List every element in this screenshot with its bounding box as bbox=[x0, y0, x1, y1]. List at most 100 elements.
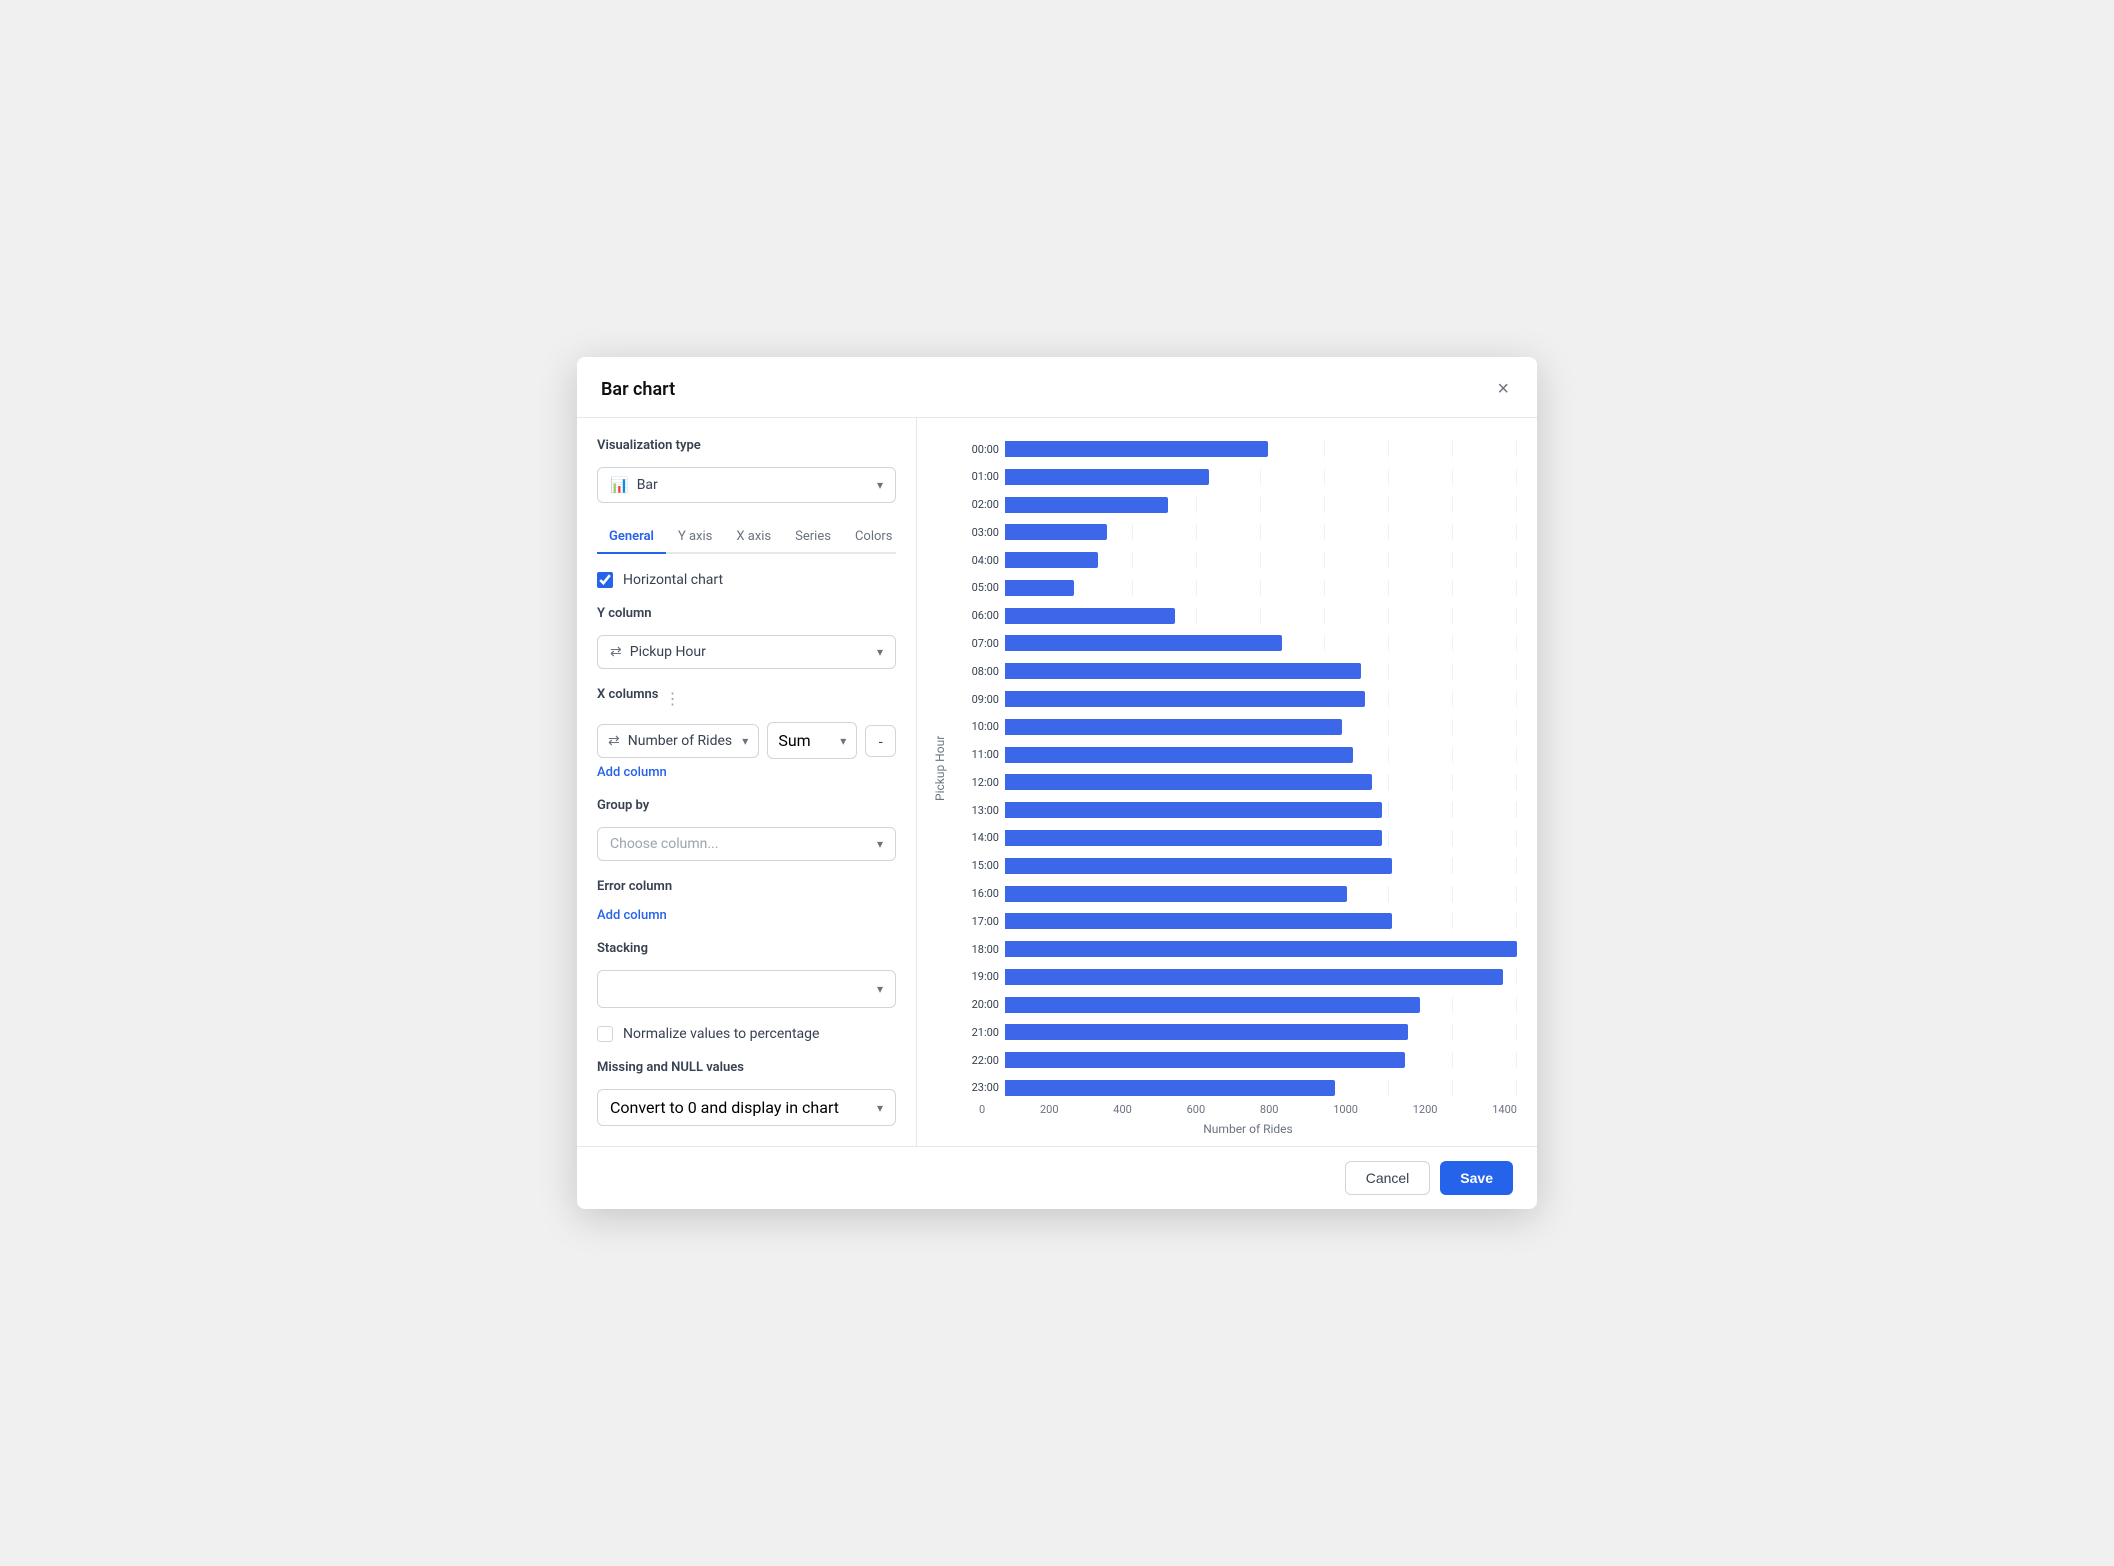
x-agg-select[interactable]: Sum ▾ bbox=[767, 722, 857, 759]
bar-fill bbox=[1005, 774, 1372, 790]
bar-track bbox=[1005, 524, 1517, 540]
bar-fill bbox=[1005, 524, 1107, 540]
bar-fill bbox=[1005, 858, 1392, 874]
modal-body: Visualization type 📊 Bar ▾ General Y axi… bbox=[577, 418, 1537, 1146]
bar-label: 12:00 bbox=[953, 776, 999, 789]
bar-row: 12:00 bbox=[953, 771, 1517, 793]
x-tick: 400 bbox=[1113, 1103, 1132, 1116]
bar-row: 07:00 bbox=[953, 632, 1517, 654]
normalize-row: Normalize values to percentage bbox=[597, 1026, 896, 1042]
x-tick: 1200 bbox=[1413, 1103, 1438, 1116]
bar-row: 18:00 bbox=[953, 938, 1517, 960]
add-error-column-link[interactable]: Add column bbox=[597, 908, 896, 923]
x-column-select[interactable]: ⇄ Number of Rides ▾ bbox=[597, 724, 759, 758]
close-button[interactable]: × bbox=[1493, 375, 1513, 403]
bar-label: 15:00 bbox=[953, 859, 999, 872]
bar-label: 03:00 bbox=[953, 526, 999, 539]
chart-plot-area: 00:0001:0002:0003:0004:0005:0006:0007:00… bbox=[953, 438, 1517, 1099]
bar-row: 11:00 bbox=[953, 744, 1517, 766]
bar-fill bbox=[1005, 719, 1342, 735]
stacking-select[interactable]: ▾ bbox=[597, 970, 896, 1008]
error-column-section: Error column Add column bbox=[597, 879, 896, 923]
bar-fill bbox=[1005, 441, 1268, 457]
tab-y-axis[interactable]: Y axis bbox=[666, 521, 724, 554]
add-x-column-link[interactable]: Add column bbox=[597, 765, 896, 780]
bar-fill bbox=[1005, 830, 1382, 846]
group-by-select[interactable]: Choose column... ▾ bbox=[597, 827, 896, 861]
bar-label: 16:00 bbox=[953, 887, 999, 900]
bar-label: 09:00 bbox=[953, 693, 999, 706]
x-tick: 0 bbox=[979, 1103, 985, 1116]
y-column-section: Y column ⇄ Pickup Hour ▾ bbox=[597, 606, 896, 669]
x-column-icon: ⇄ bbox=[608, 733, 620, 749]
bar-label: 02:00 bbox=[953, 498, 999, 511]
x-column-arrow-icon: ▾ bbox=[742, 734, 748, 748]
bar-track bbox=[1005, 497, 1517, 513]
bar-row: 15:00 bbox=[953, 855, 1517, 877]
x-column-value: Number of Rides bbox=[628, 733, 732, 749]
bar-label: 18:00 bbox=[953, 943, 999, 956]
bar-track bbox=[1005, 663, 1517, 679]
bar-fill bbox=[1005, 1052, 1405, 1068]
bar-row: 20:00 bbox=[953, 994, 1517, 1016]
x-agg-value: Sum bbox=[778, 731, 810, 750]
viz-type-label: Visualization type bbox=[597, 438, 896, 453]
bar-label: 05:00 bbox=[953, 581, 999, 594]
bar-track bbox=[1005, 886, 1517, 902]
tab-x-axis[interactable]: X axis bbox=[724, 521, 783, 554]
horizontal-chart-row: Horizontal chart bbox=[597, 572, 896, 588]
save-button[interactable]: Save bbox=[1440, 1161, 1513, 1195]
bar-track bbox=[1005, 1052, 1517, 1068]
y-column-label: Y column bbox=[597, 606, 896, 621]
bar-track bbox=[1005, 608, 1517, 624]
horizontal-chart-label: Horizontal chart bbox=[623, 572, 723, 588]
bar-row: 06:00 bbox=[953, 605, 1517, 627]
bar-row: 23:00 bbox=[953, 1077, 1517, 1099]
tab-series[interactable]: Series bbox=[783, 521, 843, 554]
normalize-checkbox[interactable] bbox=[597, 1026, 613, 1042]
bar-label: 04:00 bbox=[953, 554, 999, 567]
viz-type-select[interactable]: 📊 Bar ▾ bbox=[597, 467, 896, 503]
group-by-placeholder: Choose column... bbox=[610, 836, 718, 852]
tab-dat-more[interactable]: Dat ··· bbox=[905, 521, 917, 554]
bar-track bbox=[1005, 719, 1517, 735]
bar-row: 01:00 bbox=[953, 466, 1517, 488]
bar-row: 05:00 bbox=[953, 577, 1517, 599]
bar-row: 13:00 bbox=[953, 799, 1517, 821]
x-tick: 600 bbox=[1187, 1103, 1206, 1116]
bar-track bbox=[1005, 774, 1517, 790]
bar-row: 14:00 bbox=[953, 827, 1517, 849]
tab-colors[interactable]: Colors bbox=[843, 521, 905, 554]
stacking-label: Stacking bbox=[597, 941, 896, 956]
viz-type-arrow-icon: ▾ bbox=[877, 478, 883, 492]
cancel-button[interactable]: Cancel bbox=[1345, 1161, 1431, 1195]
bar-row: 22:00 bbox=[953, 1049, 1517, 1071]
bar-track bbox=[1005, 635, 1517, 651]
bar-row: 16:00 bbox=[953, 883, 1517, 905]
x-axis-area: 0200400600800100012001400 Number of Ride… bbox=[927, 1099, 1517, 1136]
bar-fill bbox=[1005, 1080, 1335, 1096]
missing-null-select[interactable]: Convert to 0 and display in chart ▾ bbox=[597, 1089, 896, 1126]
bar-label: 01:00 bbox=[953, 470, 999, 483]
stacking-section: Stacking ▾ bbox=[597, 941, 896, 1008]
bar-fill bbox=[1005, 913, 1392, 929]
bar-label: 11:00 bbox=[953, 748, 999, 761]
bar-label: 13:00 bbox=[953, 804, 999, 817]
bar-fill bbox=[1005, 802, 1382, 818]
horizontal-chart-checkbox[interactable] bbox=[597, 572, 613, 588]
y-column-select[interactable]: ⇄ Pickup Hour ▾ bbox=[597, 635, 896, 669]
bar-track bbox=[1005, 969, 1517, 985]
y-column-icon: ⇄ bbox=[610, 644, 622, 660]
bar-fill bbox=[1005, 663, 1361, 679]
bar-track bbox=[1005, 858, 1517, 874]
viz-type-section: Visualization type 📊 Bar ▾ bbox=[597, 438, 896, 503]
bar-chart-icon: 📊 bbox=[610, 476, 629, 494]
tab-general[interactable]: General bbox=[597, 521, 666, 554]
right-panel: Pickup Hour 00:0001:0002:0003:0004:0005:… bbox=[917, 418, 1537, 1146]
drag-handle-icon[interactable]: ⋮ bbox=[664, 689, 680, 708]
bar-label: 21:00 bbox=[953, 1026, 999, 1039]
bar-fill bbox=[1005, 635, 1282, 651]
bar-track bbox=[1005, 997, 1517, 1013]
x-column-row: ⇄ Number of Rides ▾ Sum ▾ - bbox=[597, 722, 896, 759]
remove-x-column-button[interactable]: - bbox=[865, 725, 896, 757]
